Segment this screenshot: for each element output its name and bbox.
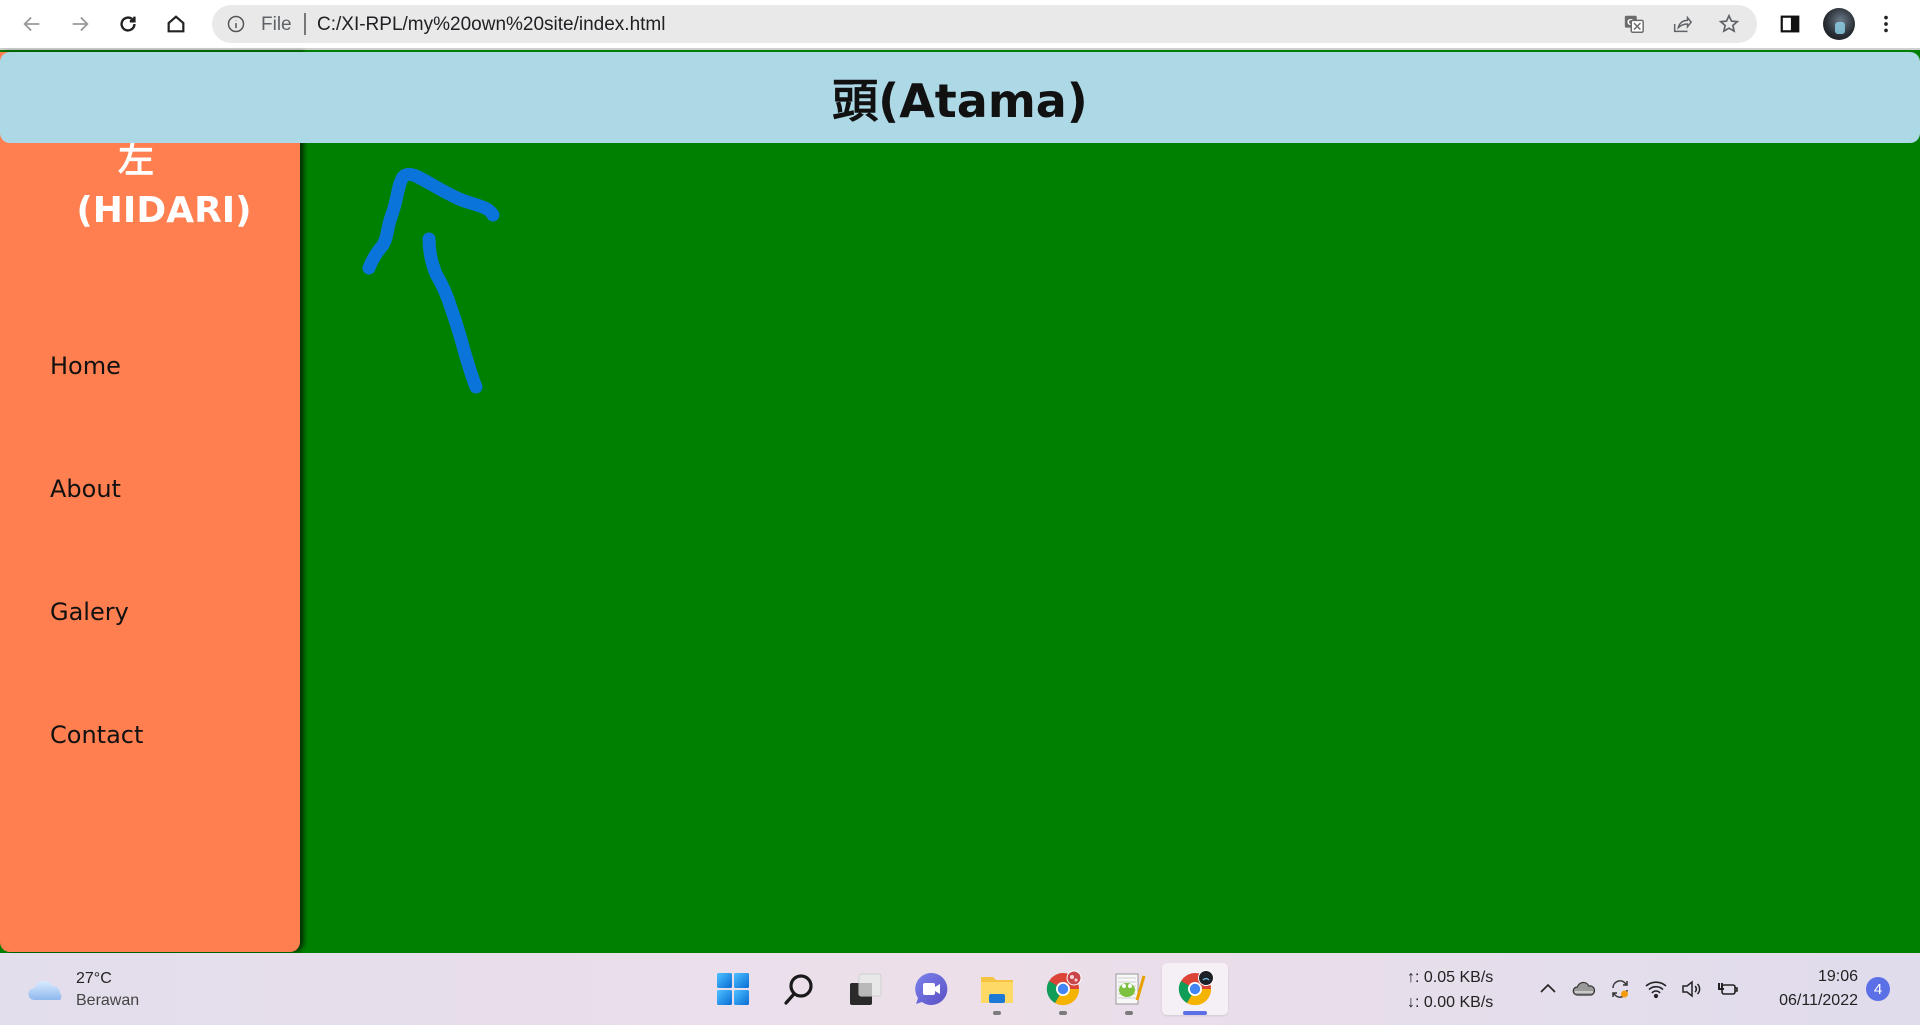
taskbar-chrome-profile-1[interactable] — [1030, 963, 1096, 1015]
sidebar-title-romaji: (HIDARI) — [76, 190, 252, 231]
nav-item-galery: Galery — [50, 598, 143, 721]
arrow-left-icon — [23, 16, 40, 32]
clock-date: 06/11/2022 — [1779, 992, 1858, 1009]
kebab-menu-icon — [1884, 15, 1888, 33]
sidebar: 左 (HIDARI) Home About Galery Contact — [0, 52, 300, 952]
site-scheme-label: File — [261, 14, 292, 35]
sidebar-nav: Home About Galery Contact — [50, 352, 143, 844]
taskbar-start-button[interactable] — [700, 963, 766, 1015]
address-separator — [304, 13, 306, 35]
onedrive-button[interactable] — [1568, 973, 1600, 1005]
profile-avatar[interactable] — [1823, 8, 1855, 40]
web-page: 左 (HIDARI) Home About Galery Contact 頭(A… — [0, 52, 1920, 953]
windows-taskbar: 27°C Berawan ↑: 0.05 KB/s ↓: 0.00 KB/s 1… — [0, 953, 1920, 1025]
url-text[interactable]: C:/XI-RPL/my%20own%20site/index.html — [317, 14, 665, 36]
nav-item-about: About — [50, 475, 143, 598]
nav-link-contact[interactable]: Contact — [50, 721, 143, 749]
notification-center-badge[interactable]: 4 — [1866, 977, 1890, 1001]
windows-start-icon — [717, 973, 749, 1005]
info-icon[interactable] — [226, 14, 246, 34]
taskbar-file-explorer[interactable] — [964, 963, 1030, 1015]
wifi-icon — [1645, 981, 1667, 999]
battery-charging-icon — [1718, 983, 1738, 995]
show-hidden-icons-button[interactable] — [1532, 973, 1564, 1005]
teams-chat-icon — [915, 972, 948, 1005]
browser-toolbar: File C:/XI-RPL/my%20own%20site/index.htm… — [0, 0, 1920, 50]
arrow-head-stroke — [362, 167, 500, 275]
page-header: 頭(Atama) — [0, 52, 1920, 143]
sidebar-title-kanji: 左 — [117, 140, 154, 181]
nav-link-galery[interactable]: Galery — [50, 598, 129, 626]
taskbar-chrome-profile-2[interactable] — [1162, 963, 1228, 1015]
system-tray — [1532, 973, 1748, 1005]
reload-button[interactable] — [112, 8, 144, 40]
reload-icon — [120, 16, 136, 32]
running-indicator — [1059, 1011, 1067, 1015]
back-button[interactable] — [16, 8, 48, 40]
arrow-shaft-stroke — [422, 232, 483, 394]
taskbar-chat-button[interactable] — [898, 963, 964, 1015]
taskbar-clock[interactable]: 19:06 06/11/2022 — [1740, 965, 1858, 1013]
translate-button[interactable]: G — [1622, 12, 1646, 36]
arrow-right-icon — [72, 16, 89, 32]
notepadpp-icon — [1115, 973, 1146, 1005]
taskbar-search-button[interactable] — [766, 963, 832, 1015]
search-icon — [784, 974, 813, 1005]
translate-icon: G — [1624, 15, 1644, 33]
weather-temperature: 27°C — [76, 970, 112, 987]
weather-condition: Berawan — [76, 992, 140, 1009]
nav-item-contact: Contact — [50, 721, 143, 844]
nav-link-home[interactable]: Home — [50, 352, 121, 380]
share-button[interactable] — [1670, 12, 1694, 36]
cloud-icon — [28, 980, 62, 1000]
side-panel-icon — [1780, 15, 1800, 33]
browser-menu-button[interactable] — [1872, 10, 1900, 38]
nav-item-home: Home — [50, 352, 143, 475]
star-icon — [1718, 13, 1740, 33]
page-title: 頭(Atama) — [832, 73, 1088, 128]
task-view-icon — [850, 973, 882, 1005]
weather-widget[interactable]: 27°C Berawan — [28, 968, 139, 1012]
volume-button[interactable] — [1676, 973, 1708, 1005]
home-icon — [167, 15, 185, 33]
chrome-icon — [1046, 970, 1082, 1006]
taskbar-apps — [700, 963, 1228, 1015]
download-speed: ↓: 0.00 KB/s — [1407, 994, 1494, 1011]
address-bar[interactable]: File C:/XI-RPL/my%20own%20site/index.htm… — [212, 5, 1757, 43]
forward-button[interactable] — [64, 8, 96, 40]
sync-icon — [1612, 980, 1628, 998]
chevron-up-icon — [1540, 983, 1556, 993]
wifi-button[interactable] — [1640, 973, 1672, 1005]
volume-icon — [1682, 980, 1701, 998]
running-indicator — [993, 1011, 1001, 1015]
taskbar-task-view-button[interactable] — [832, 963, 898, 1015]
network-speed-widget: ↑: 0.05 KB/s ↓: 0.00 KB/s — [1407, 965, 1493, 1015]
folder-icon — [981, 977, 1013, 1003]
upload-speed: ↑: 0.05 KB/s — [1407, 969, 1494, 986]
home-button[interactable] — [160, 8, 192, 40]
taskbar-notepad-plus-plus[interactable] — [1096, 963, 1162, 1015]
sync-status-button[interactable] — [1604, 973, 1636, 1005]
sidebar-title: 左 (HIDARI) — [0, 136, 300, 236]
running-indicator — [1125, 1011, 1133, 1015]
nav-link-about[interactable]: About — [50, 475, 121, 503]
clock-time: 19:06 — [1817, 968, 1858, 985]
side-panel-button[interactable] — [1776, 10, 1804, 38]
onedrive-cloud-icon — [1572, 981, 1596, 996]
bookmark-button[interactable] — [1717, 12, 1741, 36]
share-icon — [1673, 15, 1693, 33]
active-indicator — [1183, 1011, 1207, 1015]
chrome-icon — [1178, 970, 1214, 1006]
